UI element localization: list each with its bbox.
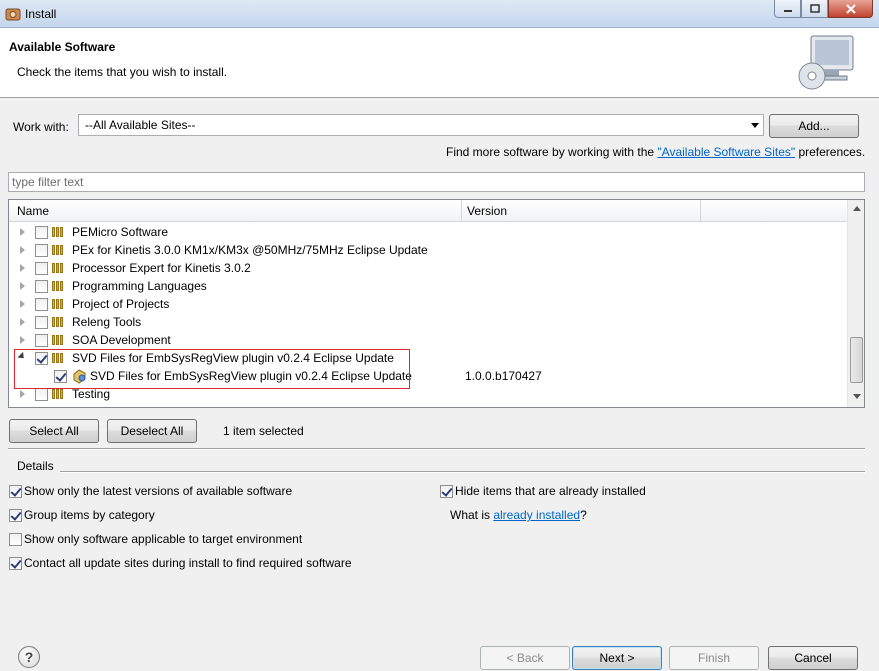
tree-row[interactable]: PEx for Kinetis 3.0.0 KM1x/KM3x @50MHz/7… xyxy=(9,241,848,259)
close-icon xyxy=(845,3,856,14)
tree-row-label: Project of Projects xyxy=(72,297,170,311)
contact-sites-checkbox[interactable] xyxy=(9,557,22,570)
available-software-sites-link[interactable]: "Available Software Sites" xyxy=(657,145,795,159)
category-icon xyxy=(52,299,66,309)
scroll-up-icon[interactable] xyxy=(853,206,861,211)
work-with-label: Work with: xyxy=(13,120,69,134)
finish-button[interactable]: Finish xyxy=(669,646,759,670)
details-label: Details xyxy=(17,459,54,473)
add-site-button[interactable]: Add... xyxy=(769,114,859,138)
category-icon xyxy=(52,281,66,291)
maximize-button[interactable] xyxy=(801,0,828,18)
target-env-checkbox[interactable] xyxy=(9,533,22,546)
divider xyxy=(8,448,865,450)
group-by-category-checkbox[interactable] xyxy=(9,509,22,522)
tree-row-checkbox[interactable] xyxy=(35,226,48,239)
page-title: Available Software xyxy=(9,40,116,54)
window-title: Install xyxy=(25,7,57,21)
category-icon xyxy=(52,227,66,237)
page-subtitle: Check the items that you wish to install… xyxy=(17,65,228,79)
tree-row[interactable]: Project of Projects xyxy=(9,295,848,313)
highlight-box xyxy=(14,349,410,389)
hide-installed-checkbox[interactable] xyxy=(440,485,453,498)
tree-row-checkbox[interactable] xyxy=(35,280,48,293)
tree-scrollbar[interactable] xyxy=(847,200,864,407)
tree-row-checkbox[interactable] xyxy=(35,388,48,401)
scroll-thumb[interactable] xyxy=(850,337,863,383)
category-icon xyxy=(52,389,66,399)
work-with-value: --All Available Sites-- xyxy=(85,118,196,132)
category-icon xyxy=(52,317,66,327)
deselect-all-button[interactable]: Deselect All xyxy=(107,419,197,443)
group-by-category-label: Group items by category xyxy=(24,508,155,522)
expand-icon[interactable] xyxy=(20,390,25,398)
filter-field[interactable] xyxy=(8,172,865,192)
tree-row[interactable]: SOA Development xyxy=(9,331,848,349)
dropdown-arrow-icon xyxy=(751,123,759,128)
close-button[interactable] xyxy=(828,0,873,18)
minimize-button[interactable] xyxy=(774,0,801,18)
expand-icon[interactable] xyxy=(20,228,25,236)
more-software-text: Find more software by working with the "… xyxy=(446,145,866,159)
tree-row[interactable]: Programming Languages xyxy=(9,277,848,295)
tree-row[interactable]: PEMicro Software xyxy=(9,223,848,241)
hide-installed-label: Hide items that are already installed xyxy=(455,484,646,498)
latest-versions-label: Show only the latest versions of availab… xyxy=(24,484,293,498)
details-divider xyxy=(60,471,865,473)
expand-icon[interactable] xyxy=(20,336,25,344)
expand-icon[interactable] xyxy=(20,282,25,290)
cancel-button[interactable]: Cancel xyxy=(768,646,858,670)
what-is-installed-text: What is already installed? xyxy=(450,508,587,522)
wizard-header: Available Software Check the items that … xyxy=(0,28,879,98)
tree-row-version: 1.0.0.b170427 xyxy=(465,369,542,383)
tree-row-checkbox[interactable] xyxy=(35,298,48,311)
next-button[interactable]: Next > xyxy=(572,646,662,670)
latest-versions-checkbox[interactable] xyxy=(9,485,22,498)
tree-row[interactable]: Releng Tools xyxy=(9,313,848,331)
maximize-icon xyxy=(809,4,820,13)
minimize-icon xyxy=(783,9,792,12)
expand-icon[interactable] xyxy=(20,246,25,254)
selection-status: 1 item selected xyxy=(223,424,304,438)
already-installed-link[interactable]: already installed xyxy=(493,508,580,522)
tree-row[interactable]: Processor Expert for Kinetis 3.0.2 xyxy=(9,259,848,277)
expand-icon[interactable] xyxy=(20,318,25,326)
select-all-button[interactable]: Select All xyxy=(9,419,99,443)
help-icon[interactable]: ? xyxy=(18,646,40,668)
back-button[interactable]: < Back xyxy=(480,646,570,670)
tree-row-label: PEx for Kinetis 3.0.0 KM1x/KM3x @50MHz/7… xyxy=(72,243,428,257)
tree-row-label: PEMicro Software xyxy=(72,225,169,239)
title-bar: Install xyxy=(0,0,879,28)
column-name[interactable]: Name xyxy=(17,204,49,218)
category-icon xyxy=(52,263,66,273)
computer-cd-icon xyxy=(798,35,854,90)
tree-row-checkbox[interactable] xyxy=(35,262,48,275)
tree-row-label: SOA Development xyxy=(72,333,171,347)
tree-row-label: Releng Tools xyxy=(72,315,142,329)
target-env-label: Show only software applicable to target … xyxy=(24,532,303,546)
tree-row-checkbox[interactable] xyxy=(35,334,48,347)
expand-icon[interactable] xyxy=(20,300,25,308)
scroll-down-icon[interactable] xyxy=(853,394,861,399)
work-with-combo[interactable]: --All Available Sites-- xyxy=(78,114,764,136)
tree-header: Name Version xyxy=(9,200,848,222)
install-icon xyxy=(5,8,21,21)
filter-input[interactable] xyxy=(9,173,864,191)
category-icon xyxy=(52,335,66,345)
category-icon xyxy=(52,245,66,255)
contact-sites-label: Contact all update sites during install … xyxy=(24,556,352,570)
tree-row-checkbox[interactable] xyxy=(35,244,48,257)
tree-row-checkbox[interactable] xyxy=(35,316,48,329)
expand-icon[interactable] xyxy=(20,264,25,272)
tree-row-label: Testing xyxy=(72,387,111,401)
column-version[interactable]: Version xyxy=(467,204,507,218)
tree-row-label: Programming Languages xyxy=(72,279,207,293)
tree-row-label: Processor Expert for Kinetis 3.0.2 xyxy=(72,261,251,275)
